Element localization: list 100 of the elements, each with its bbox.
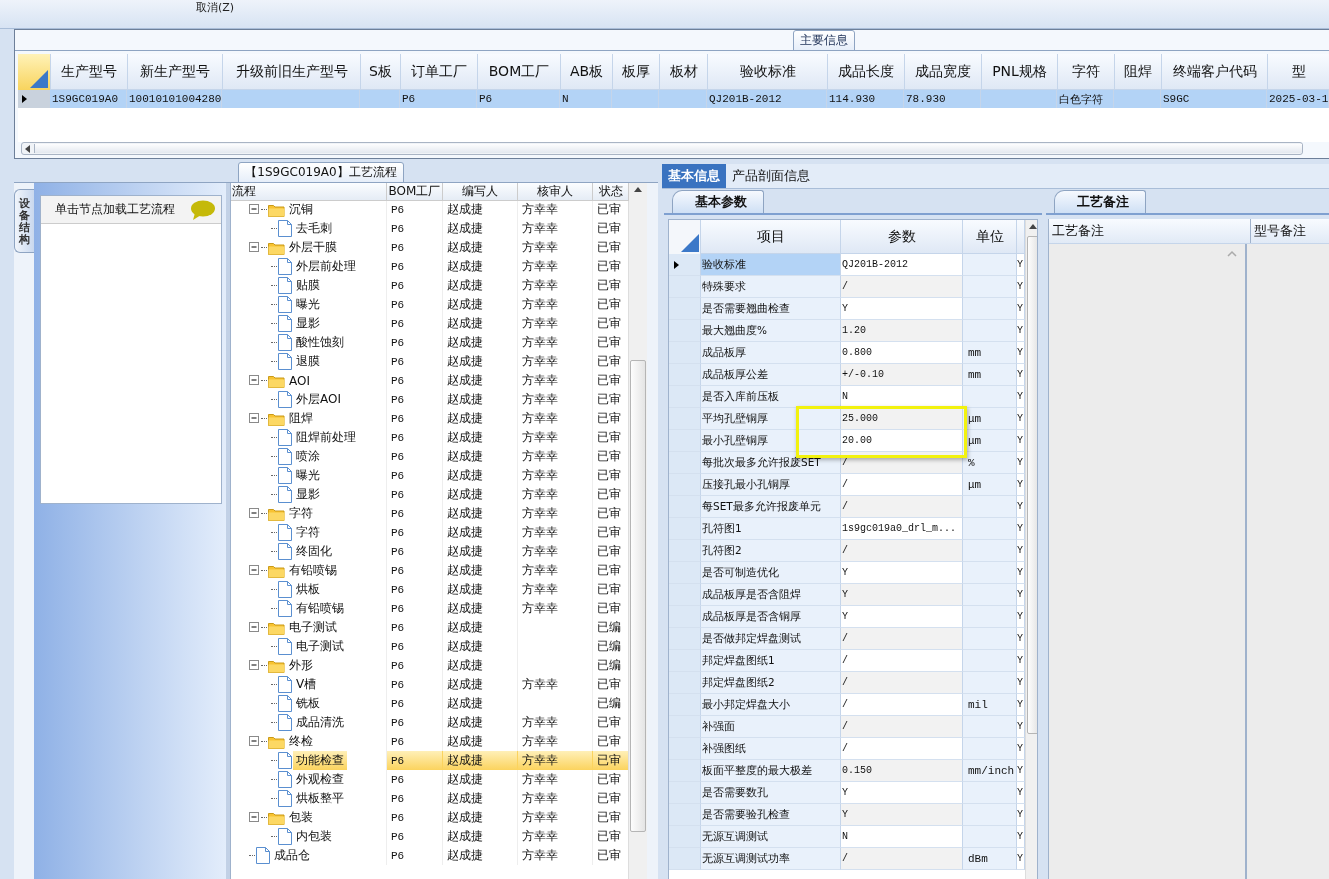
tree-node-label[interactable]: V槽 (293, 675, 320, 694)
tree-node-label[interactable]: 终固化 (293, 542, 335, 561)
table-cell[interactable]: 板面平整度的最大极差 (701, 760, 841, 782)
table-cell[interactable]: 每批次最多允许报废SET (701, 452, 841, 474)
column-header[interactable]: 生产型号 (51, 54, 128, 90)
tree-node-label[interactable]: 成品仓 (271, 846, 313, 865)
tree-node-label[interactable]: 烘板整平 (293, 789, 347, 808)
table-cell[interactable]: 邦定焊盘图纸2 (701, 672, 841, 694)
column-header[interactable]: 流程 (231, 183, 387, 200)
tree-node-label[interactable]: 酸性蚀刻 (293, 333, 347, 352)
table-cell[interactable]: 是否需要翘曲检查 (701, 298, 841, 320)
row-header[interactable] (669, 254, 701, 276)
column-header[interactable]: 参数 (841, 220, 963, 254)
horizontal-scrollbar[interactable] (21, 142, 1303, 155)
column-header[interactable]: 阻焊 (1115, 54, 1162, 90)
column-header[interactable]: 型 (1268, 54, 1329, 90)
tree-node-label[interactable]: 阻焊前处理 (293, 428, 359, 447)
tree-node-label[interactable]: 外层前处理 (293, 257, 359, 276)
table-cell[interactable]: 是否需要验孔检查 (701, 804, 841, 826)
tree-node-label[interactable]: 外层干膜 (286, 238, 340, 257)
tree-node-label[interactable]: 成品清洗 (293, 713, 347, 732)
table-cell[interactable]: 邦定焊盘图纸1 (701, 650, 841, 672)
tree-node-label[interactable]: 电子测试 (293, 637, 347, 656)
table-cell[interactable]: 特殊要求 (701, 276, 841, 298)
column-header[interactable]: S板 (361, 54, 401, 90)
table-cell[interactable]: 每SET最多允许报废单元 (701, 496, 841, 518)
vertical-scrollbar[interactable] (628, 183, 647, 879)
table-cell[interactable]: 孔符图2 (701, 540, 841, 562)
column-header[interactable]: 核审人 (518, 183, 593, 200)
table-cell[interactable]: 成品板厚公差 (701, 364, 841, 386)
tree-node-label[interactable]: 曝光 (293, 295, 323, 314)
collapse-icon[interactable] (249, 204, 260, 215)
tree-node-label[interactable]: 阻焊 (286, 409, 316, 428)
column-header[interactable]: BOM工厂 (387, 183, 443, 200)
collapse-icon[interactable] (249, 508, 260, 519)
tree-node-label[interactable]: 铣板 (293, 694, 323, 713)
table-cell[interactable]: 无源互调测试 (701, 826, 841, 848)
tree-node-label[interactable]: 外观检查 (293, 770, 347, 789)
table-cell[interactable]: 是否入库前压板 (701, 386, 841, 408)
column-header[interactable]: 工艺备注 (1049, 219, 1251, 243)
table-cell[interactable]: 最小孔壁铜厚 (701, 430, 841, 452)
tree-node-label[interactable]: 有铅喷锡 (293, 599, 347, 618)
tree-node-label[interactable]: 字符 (286, 504, 316, 523)
table-cell[interactable]: 最大翘曲度% (701, 320, 841, 342)
collapse-icon[interactable] (249, 242, 260, 253)
table-cell[interactable]: 成品板厚是否含铜厚 (701, 606, 841, 628)
tree-node-label[interactable]: 电子测试 (286, 618, 340, 637)
column-header[interactable]: 验收标准 (708, 54, 828, 90)
collapse-icon[interactable] (249, 375, 260, 386)
column-header[interactable]: 字符 (1058, 54, 1115, 90)
column-header[interactable]: 新生产型号 (128, 54, 223, 90)
column-header[interactable]: 型号备注 (1251, 219, 1329, 243)
tree-node-label[interactable]: 去毛刺 (293, 219, 335, 238)
collapse-icon[interactable] (249, 660, 260, 671)
column-header[interactable]: 成品长度 (828, 54, 905, 90)
table-cell[interactable]: 是否需要数孔 (701, 782, 841, 804)
tree-node-label[interactable]: AOI (286, 371, 313, 390)
table-cell[interactable]: 压接孔最小孔铜厚 (701, 474, 841, 496)
tree-node-label[interactable]: 曝光 (293, 466, 323, 485)
column-header[interactable]: 终端客户代码 (1162, 54, 1268, 90)
tree-node-label[interactable]: 外层AOI (293, 390, 344, 409)
side-tab[interactable]: 设备结构 (14, 189, 34, 253)
tree-node-label[interactable]: 显影 (293, 314, 323, 333)
column-header[interactable]: PNL规格 (982, 54, 1058, 90)
table-cell[interactable]: 是否可制造优化 (701, 562, 841, 584)
column-header[interactable]: BOM工厂 (478, 54, 561, 90)
table-cell[interactable]: 是否做邦定焊盘测试 (701, 628, 841, 650)
cancel-button[interactable]: 取消(Z) (190, 0, 241, 16)
tree-node-label[interactable]: 字符 (293, 523, 323, 542)
table-cell[interactable]: 孔符图1 (701, 518, 841, 540)
tab[interactable]: 基本信息 (662, 164, 726, 188)
table-cell[interactable]: 补强图纸 (701, 738, 841, 760)
vertical-scrollbar[interactable] (1025, 220, 1037, 879)
tree-node-label[interactable]: 功能检查 (293, 751, 347, 770)
table-cell[interactable]: 平均孔壁铜厚 (701, 408, 841, 430)
collapse-icon[interactable] (249, 565, 260, 576)
column-header[interactable]: 单位 (963, 220, 1017, 254)
tab[interactable]: 基本参数 (672, 190, 764, 213)
tab[interactable]: 产品剖面信息 (726, 164, 816, 188)
tree-node-label[interactable]: 终检 (286, 732, 316, 751)
tab[interactable]: 工艺备注 (1054, 190, 1146, 213)
row-header[interactable] (18, 90, 50, 108)
table-cell[interactable]: 验收标准 (701, 254, 841, 276)
collapse-icon[interactable] (249, 622, 260, 633)
column-header[interactable]: 板材 (660, 54, 708, 90)
tree-node-label[interactable]: 外形 (286, 656, 316, 675)
table-row[interactable]: 1S9GC019A0 10010101004280 P6 P6 N QJ201B-2012 114.930 78.930 白色字符 S9GC 2025-03-1 (18, 90, 1329, 108)
column-header[interactable]: 升级前旧生产型号 (223, 54, 361, 90)
table-cell[interactable]: 补强面 (701, 716, 841, 738)
column-header[interactable]: 板厚 (613, 54, 660, 90)
tree-node-label[interactable]: 包装 (286, 808, 316, 827)
table-cell[interactable]: 成品板厚 (701, 342, 841, 364)
collapse-icon[interactable] (249, 812, 260, 823)
column-header[interactable]: 成品宽度 (905, 54, 982, 90)
tree-node-label[interactable]: 贴膜 (293, 276, 323, 295)
tree-node-label[interactable]: 喷涂 (293, 447, 323, 466)
tree-node-label[interactable]: 退膜 (293, 352, 323, 371)
table-cell[interactable]: 最小邦定焊盘大小 (701, 694, 841, 716)
column-header[interactable]: AB板 (561, 54, 613, 90)
tree-node-label[interactable]: 内包装 (293, 827, 335, 846)
